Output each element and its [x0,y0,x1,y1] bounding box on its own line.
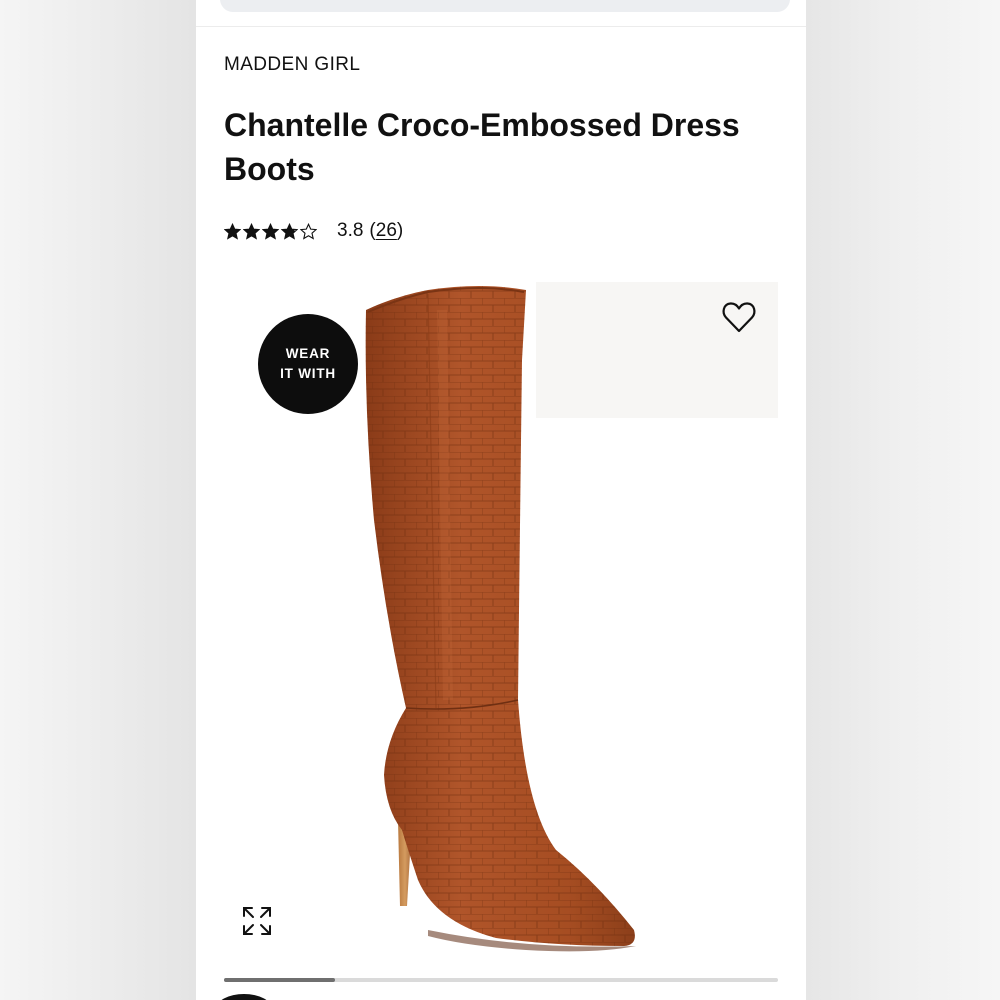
star-icon [224,222,241,240]
star-icon [300,222,317,240]
favorite-button[interactable] [718,298,760,336]
wear-it-with-badge[interactable]: WEAR IT WITH [258,314,358,414]
badge-line-1: WEAR [285,346,331,361]
star-rating [224,222,317,240]
expand-image-button[interactable] [240,904,274,938]
product-title: Chantelle Croco-Embossed Dress Boots [224,107,740,187]
product-page: MADDEN GIRL Chantelle Croco-Embossed Dre… [196,0,806,1000]
paren-close: ) [396,220,404,241]
star-icon [262,222,279,240]
star-icon [281,222,298,240]
badge-line-2: IT WITH [280,366,336,381]
background-right [806,0,1000,1000]
rating-value: 3.8 [337,220,364,241]
rating-row[interactable]: 3.8 (26) [224,218,403,244]
brand-name[interactable]: MADDEN GIRL [224,54,360,76]
gallery-progress-bar [224,978,778,982]
expand-arrows-icon [243,907,271,935]
search-bar[interactable] [220,0,790,12]
divider [196,26,806,27]
review-count-link[interactable]: 26 [376,220,397,242]
star-icon [243,222,260,240]
gallery-progress-fill [224,978,335,982]
background-left [0,0,196,1000]
heart-outline-icon [722,302,756,333]
product-image-gallery[interactable]: WEAR IT WITH [196,270,806,970]
bottom-button[interactable] [216,994,272,1000]
